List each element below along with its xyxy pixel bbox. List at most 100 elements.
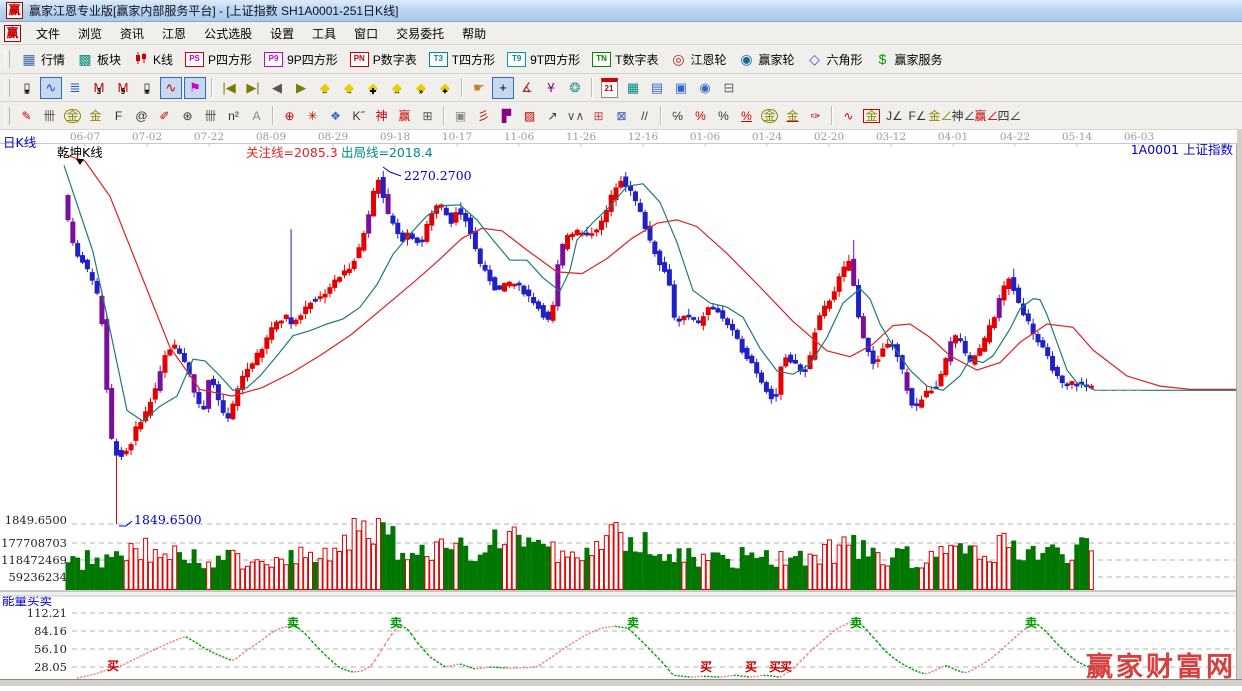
toolbar-button-shift-right[interactable]: ◆→ [338, 77, 360, 99]
toolbar-button-last-page[interactable]: ▶| [242, 77, 264, 99]
toolbar-button-calendar[interactable]: 21 [598, 77, 620, 99]
toolbar-button-target-circle[interactable]: ⊕ [279, 105, 300, 127]
menu-item-设置[interactable]: 设置 [261, 22, 303, 45]
toolbar-button-save[interactable]: ▣ [670, 77, 692, 99]
toolbar-button-t9-square[interactable]: T99T四方形 [501, 49, 586, 70]
menu-item-文件[interactable]: 文件 [27, 22, 69, 45]
toolbar-button-crosshair[interactable]: + [492, 77, 514, 99]
toolbar-button-prev-bar[interactable]: ◀ [266, 77, 288, 99]
toolbar-button-shen-grid[interactable]: 神 [371, 105, 392, 127]
toolbar-button-box-measure[interactable]: ▣ [450, 105, 471, 127]
toolbar-button-compress-view[interactable]: ◆» [410, 77, 432, 99]
toolbar-button-wave-3[interactable]: M3 [88, 77, 110, 99]
toolbar-button-candle-style-dropdown[interactable]: ▯▾ [136, 77, 158, 99]
toolbar-button-wave-av[interactable]: ∿ [838, 105, 859, 127]
toolbar-button-p9-square[interactable]: P99P四方形 [258, 49, 344, 70]
toolbar-button-parallel-lines[interactable]: // [634, 105, 655, 127]
toolbar-button-calculator[interactable]: ▦ [622, 77, 644, 99]
toolbar-button-gold-section-circle[interactable]: 金 [62, 105, 83, 127]
toolbar-button-angle-measure[interactable]: ∡ [516, 77, 538, 99]
toolbar-button-sectors[interactable]: ▩板块 [71, 49, 127, 70]
toolbar-button-radial-box[interactable]: ❖ [325, 105, 346, 127]
menu-item-窗口[interactable]: 窗口 [345, 22, 387, 45]
toolbar-button-restore-view[interactable]: ◆✦ [434, 77, 456, 99]
toolbar-button-info-board[interactable]: ≣ [64, 77, 86, 99]
toolbar-button-four-angle[interactable]: 四∠ [999, 105, 1020, 127]
toolbar-button-dot-grid[interactable]: ⊞ [588, 105, 609, 127]
toolbar-button-k-quote[interactable]: K˝ [348, 105, 369, 127]
toolbar-button-grid-arrow[interactable]: ⊠ [611, 105, 632, 127]
toolbar-button-percent-gold[interactable]: % [736, 105, 757, 127]
toolbar-button-first-page[interactable]: |◀ [218, 77, 240, 99]
toolbar-button-radial-star[interactable]: ✳ [302, 105, 323, 127]
toolbar-button-gann-wheel[interactable]: ◎江恩轮 [664, 49, 732, 70]
menu-item-资讯[interactable]: 资讯 [111, 22, 153, 45]
toolbar-button-flag-chart-tool[interactable]: ⚑ [184, 77, 206, 99]
chart-area[interactable]: 06-0707-0207-2208-0908-2909-1810-1711-06… [0, 130, 1242, 686]
toolbar-button-gann-figure-tool[interactable]: Ұ [540, 77, 562, 99]
toolbar-button-expand-horizontal[interactable]: ◆↔ [386, 77, 408, 99]
toolbar-button-gold-angle[interactable]: 金∠ [930, 105, 951, 127]
toolbar-button-t-square[interactable]: T3T四方形 [423, 49, 501, 70]
toolbar-button-ying-grid[interactable]: 赢 [394, 105, 415, 127]
menu-item-帮助[interactable]: 帮助 [453, 22, 495, 45]
toolbar-button-zigzag-tool[interactable]: ∿ [160, 77, 182, 99]
toolbar-button-ying-angle[interactable]: 赢∠ [976, 105, 997, 127]
toolbar-button-percent-line[interactable]: % [690, 105, 711, 127]
toolbar-button-j-angle[interactable]: J∠ [884, 105, 905, 127]
toolbar-button-quotes[interactable]: ▦行情 [15, 49, 71, 70]
menu-item-工具[interactable]: 工具 [303, 22, 345, 45]
toolbar-button-center-view[interactable]: ◆✚ [362, 77, 384, 99]
toolbar-button-draw-pen[interactable]: ✎ [16, 105, 37, 127]
toolbar-button-shift-left[interactable]: ◆← [314, 77, 336, 99]
menu-item-交易委托[interactable]: 交易委托 [387, 22, 453, 45]
toolbar-button-delivery[interactable]: ⊟ [718, 77, 740, 99]
toolbar-button-box-diagonal[interactable]: ▨ [519, 105, 540, 127]
toolbar-button-gold-section[interactable]: 金 [85, 105, 106, 127]
menu-item-浏览[interactable]: 浏览 [69, 22, 111, 45]
toolbar-button-angle-lines[interactable]: A [246, 105, 267, 127]
toolbar-button-v-wave[interactable]: ∨∧ [565, 105, 586, 127]
toolbar-button-spiral[interactable]: @ [131, 105, 152, 127]
panel-splitter[interactable] [0, 591, 1237, 596]
toolbar-button-kline-style-dropdown[interactable]: ▯▾ [16, 77, 38, 99]
toolbar-button-p-square[interactable]: PSP四方形 [179, 49, 258, 70]
toolbar-button-winner-wheel[interactable]: ◉赢家轮 [732, 49, 800, 70]
toolbar-button-n-square[interactable]: n² [223, 105, 244, 127]
toolbar-button-wave-9[interactable]: M9 [112, 77, 134, 99]
menu-item-江恩[interactable]: 江恩 [153, 22, 195, 45]
toolbar-button-box-rays[interactable]: ▛ [496, 105, 517, 127]
toolbar-button-brush[interactable]: ✑ [805, 105, 826, 127]
toolbar-button-circle-degree[interactable]: ⊛ [177, 105, 198, 127]
toolbar-grip[interactable] [5, 79, 10, 97]
toolbar-button-gann-grid[interactable]: 卌 [39, 105, 60, 127]
toolbar-button-percent-table[interactable]: ℅ [667, 105, 688, 127]
toolbar-button-maze-tool[interactable]: ❂ [564, 77, 586, 99]
kline-chart[interactable]: 06-0707-0207-2208-0908-2909-1810-1711-06… [0, 130, 1242, 686]
toolbar-button-web-search[interactable]: ◉ [694, 77, 716, 99]
toolbar-button-hexagon[interactable]: ◇六角形 [801, 49, 869, 70]
toolbar-button-gold-box[interactable]: 金 [861, 105, 882, 127]
toolbar-button-fibonacci-grid[interactable]: F [108, 105, 129, 127]
toolbar-button-arrow-fan[interactable]: ↗ [542, 105, 563, 127]
toolbar-button-notes[interactable]: ▤ [646, 77, 668, 99]
menu-item-公式选股[interactable]: 公式选股 [195, 22, 261, 45]
toolbar-button-gold-ring[interactable]: 金 [759, 105, 780, 127]
toolbar-button-ray-fan[interactable]: 彡 [473, 105, 494, 127]
toolbar-button-kline[interactable]: K线 [127, 49, 179, 70]
toolbar-button-pen-ruler[interactable]: ✐ [154, 105, 175, 127]
toolbar-button-next-bar[interactable]: ▶ [290, 77, 312, 99]
toolbar-button-ruler-123[interactable]: ⊞ [417, 105, 438, 127]
toolbar-button-pan-hand[interactable]: ☛ [468, 77, 490, 99]
toolbar-grip[interactable] [5, 50, 10, 68]
toolbar-button-price-grid[interactable]: 卌 [200, 105, 221, 127]
toolbar-button-gold-line[interactable]: 金 [782, 105, 803, 127]
toolbar-grip[interactable] [5, 107, 10, 125]
toolbar-button-t-number[interactable]: TNT数字表 [586, 49, 664, 70]
toolbar-button-f-angle[interactable]: F∠ [907, 105, 928, 127]
toolbar-button-percent[interactable]: % [713, 105, 734, 127]
toolbar-button-shen-angle[interactable]: 神∠ [953, 105, 974, 127]
toolbar-button-zoom-wave-tool[interactable]: ∿ [40, 77, 62, 99]
toolbar-button-p-number[interactable]: PNP数字表 [344, 49, 423, 70]
toolbar-button-winner-service[interactable]: $赢家服务 [869, 49, 949, 70]
